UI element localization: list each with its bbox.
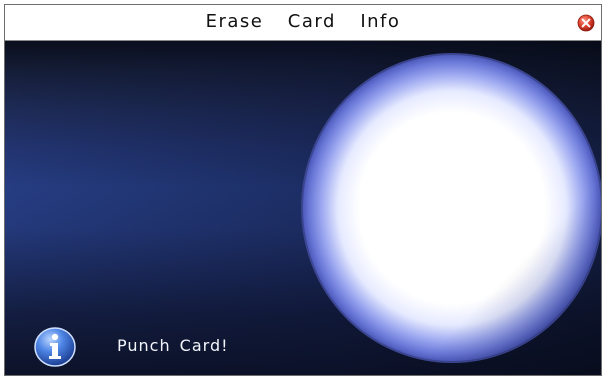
app-window: Erase Card Info Punch Card! (4, 4, 602, 376)
main-panel: Punch Card! (5, 41, 601, 375)
window-title: Erase Card Info (205, 11, 401, 32)
close-icon[interactable] (577, 14, 595, 32)
info-icon (34, 327, 76, 367)
title-bar: Erase Card Info (5, 5, 601, 41)
card-scan-orb (301, 53, 601, 363)
status-message: Punch Card! (117, 336, 229, 355)
device-screen: Erase Card Info Punch Card! (0, 0, 607, 380)
